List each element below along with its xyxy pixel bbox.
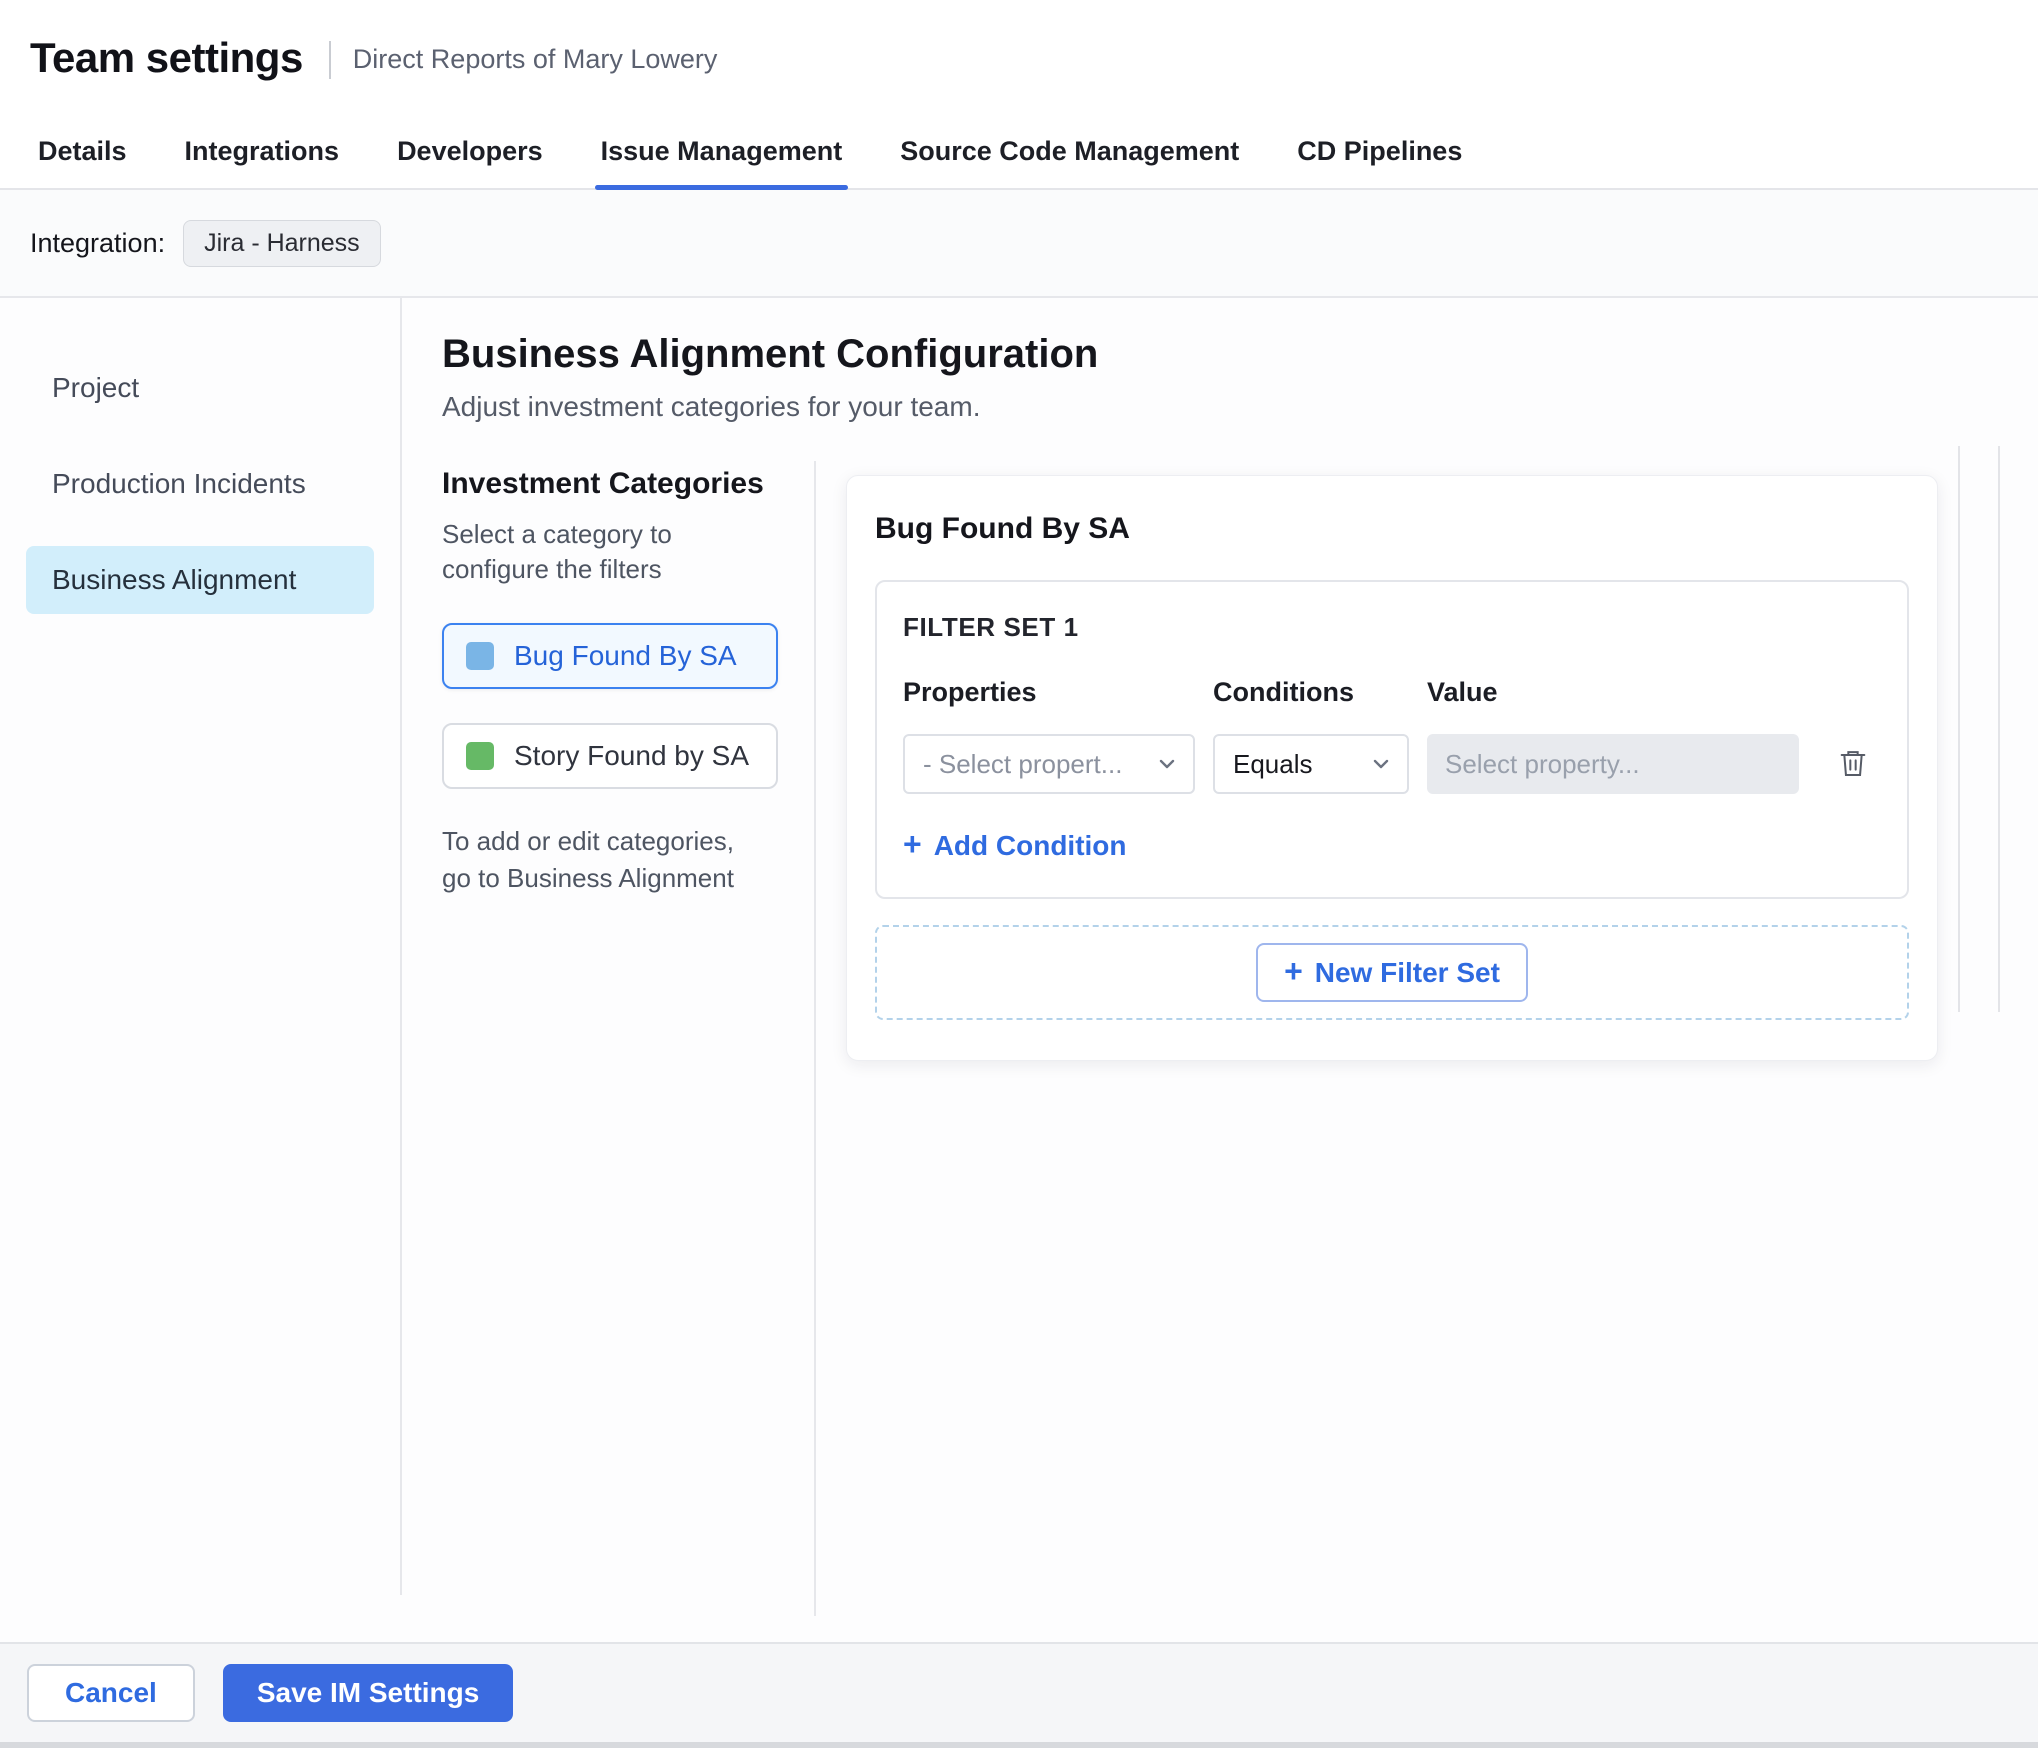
trash-icon — [1840, 750, 1866, 776]
footer-bar: Cancel Save IM Settings — [0, 1642, 2038, 1742]
header-divider — [328, 40, 331, 79]
tab-cd-pipelines[interactable]: CD Pipelines — [1297, 115, 1462, 188]
category-label: Bug Found By SA — [514, 640, 737, 672]
page-title: Team settings — [30, 33, 303, 81]
chevron-down-icon — [1373, 759, 1389, 769]
tab-integrations[interactable]: Integrations — [185, 115, 340, 188]
add-condition-label: Add Condition — [933, 829, 1127, 861]
property-select-value: - Select propert... — [923, 748, 1123, 779]
config-panel-column: Bug Found By SA FILTER SET 1 Properties … — [816, 461, 2038, 1616]
integration-label: Integration: — [30, 227, 166, 258]
chevron-down-icon — [1159, 759, 1175, 769]
tab-details[interactable]: Details — [38, 115, 127, 188]
scrollbar-track[interactable] — [1958, 446, 2000, 1012]
cancel-button[interactable]: Cancel — [27, 1664, 195, 1722]
integration-chip[interactable]: Jira - Harness — [183, 219, 381, 267]
column-header-conditions: Conditions — [1213, 677, 1354, 707]
sidebar-item-production-incidents[interactable]: Production Incidents — [26, 450, 374, 518]
add-condition-button[interactable]: + Add Condition — [903, 828, 1127, 863]
category-color-swatch-blue — [466, 642, 494, 671]
tab-developers[interactable]: Developers — [397, 115, 543, 188]
window-edge — [0, 1742, 2038, 1748]
plus-icon: + — [1284, 953, 1303, 989]
tab-issue-management[interactable]: Issue Management — [594, 115, 848, 190]
page-header: Team settings Direct Reports of Mary Low… — [0, 0, 2038, 115]
delete-condition-button[interactable] — [1831, 740, 1875, 789]
plus-icon: + — [903, 826, 922, 862]
sidebar-item-project[interactable]: Project — [26, 354, 374, 422]
settings-sidebar: Project Production Incidents Business Al… — [0, 298, 402, 1595]
save-im-settings-button[interactable]: Save IM Settings — [222, 1664, 514, 1722]
new-filter-set-zone: + New Filter Set — [875, 925, 1909, 1020]
category-label: Story Found by SA — [514, 740, 750, 772]
tab-bar: Details Integrations Developers Issue Ma… — [0, 115, 2038, 190]
content-area: Project Production Incidents Business Al… — [0, 298, 2038, 1642]
category-story-found-by-sa[interactable]: Story Found by SA — [442, 723, 778, 790]
tab-source-code-management[interactable]: Source Code Management — [900, 115, 1239, 188]
main-section: Business Alignment Configuration Adjust … — [402, 298, 2038, 1642]
categories-helper-text: Select a category to configure the filte… — [442, 519, 672, 585]
condition-select[interactable]: Equals — [1213, 734, 1409, 794]
new-filter-set-button[interactable]: + New Filter Set — [1256, 943, 1528, 1002]
filter-set-card: FILTER SET 1 Properties Conditions Value… — [875, 580, 1909, 899]
condition-select-value: Equals — [1233, 748, 1313, 779]
integration-row: Integration: Jira - Harness — [0, 190, 2038, 298]
section-title: Business Alignment Configuration — [442, 332, 1099, 376]
category-config-panel: Bug Found By SA FILTER SET 1 Properties … — [846, 475, 1938, 1061]
categories-footnote: To add or edit categories, go to Busines… — [442, 826, 734, 893]
category-bug-found-by-sa[interactable]: Bug Found By SA — [442, 623, 778, 690]
column-header-value: Value — [1427, 677, 1498, 707]
section-subtitle: Adjust investment categories for your te… — [442, 391, 981, 422]
category-color-swatch-green — [466, 742, 494, 771]
new-filter-set-label: New Filter Set — [1314, 956, 1500, 988]
filter-set-title: FILTER SET 1 — [903, 612, 1079, 642]
categories-title: Investment Categories — [442, 467, 764, 500]
column-header-properties: Properties — [903, 677, 1037, 707]
property-select[interactable]: - Select propert... — [903, 734, 1195, 794]
page-subtitle: Direct Reports of Mary Lowery — [352, 44, 718, 74]
investment-categories-column: Investment Categories Select a category … — [442, 461, 814, 1616]
sidebar-item-business-alignment[interactable]: Business Alignment — [26, 546, 374, 614]
value-input[interactable] — [1427, 734, 1799, 794]
panel-title: Bug Found By SA — [875, 512, 1130, 545]
